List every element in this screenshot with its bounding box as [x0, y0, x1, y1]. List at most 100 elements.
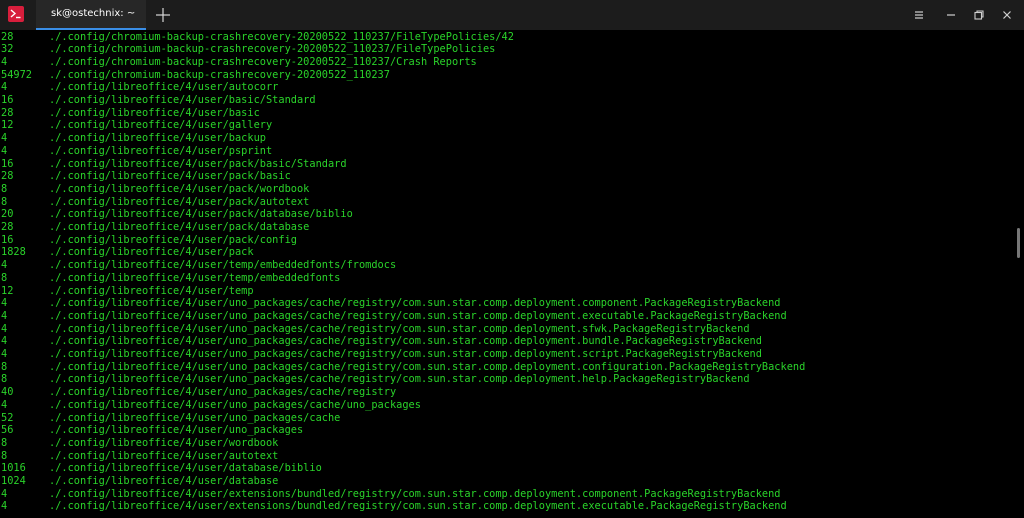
du-size: 1024: [1, 475, 26, 487]
du-path: ./.config/chromium-backup-crashrecovery-…: [49, 43, 496, 56]
du-path: ./.config/libreoffice/4/user/uno_package…: [49, 411, 341, 424]
terminal-line: 4 ./.config/chromium-backup-crashrecovery…: [0, 56, 1010, 69]
du-path: ./.config/libreoffice/4/user/database/bi…: [49, 462, 322, 475]
du-path: ./.config/libreoffice/4/user/pack/autote…: [49, 195, 310, 208]
du-path: ./.config/libreoffice/4/user/basic/Stand…: [49, 94, 316, 106]
du-size: 1828: [1, 246, 26, 259]
du-path: ./.config/libreoffice/4/user/uno_package…: [49, 398, 421, 411]
du-size: 4: [1, 81, 8, 94]
du-size: 4: [1, 297, 8, 310]
du-path: ./.config/libreoffice/4/user/pack/wordbo…: [49, 182, 310, 195]
du-path: ./.config/libreoffice/4/user/pack/basic/…: [49, 157, 347, 170]
terminal-line: 54972 ./.config/chromium-backup-crashreco…: [0, 69, 1010, 82]
title-bar: sk@ostechnix: ~: [0, 0, 1024, 31]
terminal-line: 56 ./.config/libreoffice/4/user/uno_packa…: [0, 424, 1010, 437]
du-path: ./.config/libreoffice/4/user/uno_package…: [49, 297, 781, 310]
terminal-line: 1016 ./.config/libreoffice/4/user/databas…: [0, 462, 1010, 475]
du-path: ./.config/libreoffice/4/user/uno_package…: [49, 322, 750, 335]
du-path: ./.config/libreoffice/4/user/temp/embedd…: [49, 259, 397, 272]
terminal-line: 4 ./.config/libreoffice/4/user/uno_packag…: [0, 348, 1010, 361]
du-size: 8: [1, 373, 8, 386]
du-size: 4: [1, 322, 8, 335]
terminal-line: 8 ./.config/libreoffice/4/user/wordbook: [0, 437, 1010, 450]
du-path: ./.config/libreoffice/4/user/extensions/…: [49, 487, 781, 500]
terminal-line: 4 ./.config/libreoffice/4/user/temp/embed…: [0, 259, 1010, 272]
terminal-scrollbar[interactable]: [1017, 228, 1020, 258]
terminal-line: 20 ./.config/libreoffice/4/user/pack/data…: [0, 208, 1010, 221]
terminal-line: 52 ./.config/libreoffice/4/user/uno_packa…: [0, 412, 1010, 425]
du-size: 56: [1, 424, 14, 437]
terminal-output[interactable]: 28 ./.config/chromium-backup-crashrecover…: [0, 30, 1024, 518]
terminal-line: 8 ./.config/libreoffice/4/user/temp/embed…: [0, 272, 1010, 285]
du-size: 4: [1, 309, 8, 322]
tab-title: sk@ostechnix: ~: [51, 8, 136, 19]
du-path: ./.config/libreoffice/4/user/wordbook: [49, 436, 279, 449]
close-button[interactable]: [1000, 8, 1014, 22]
terminal-line: 4 ./.config/libreoffice/4/user/extensions…: [0, 500, 1010, 513]
du-size: 4: [1, 132, 8, 145]
terminal-line: 4 ./.config/libreoffice/4/user/uno_packag…: [0, 323, 1010, 336]
terminal-line: 4 ./.config/libreoffice/4/user/uno_packag…: [0, 310, 1010, 323]
minimize-icon: [947, 14, 955, 16]
du-path: ./.config/libreoffice/4/user/gallery: [49, 119, 273, 132]
du-size: 8: [1, 449, 8, 462]
du-size: 52: [1, 411, 14, 424]
du-path: ./.config/libreoffice/4/user/temp/embedd…: [49, 271, 341, 284]
close-icon: [1003, 11, 1011, 19]
new-tab-button[interactable]: [152, 5, 174, 25]
hamburger-menu-icon: [915, 11, 923, 19]
terminal-line: 28 ./.config/libreoffice/4/user/basic: [0, 107, 1010, 120]
minimize-button[interactable]: [944, 8, 958, 22]
du-path: ./.config/libreoffice/4/user/uno_package…: [49, 360, 806, 373]
du-path: ./.config/libreoffice/4/user/basic: [49, 106, 260, 119]
du-size: 8: [1, 436, 8, 449]
du-path: ./.config/libreoffice/4/user/uno_package…: [49, 309, 787, 322]
terminal-line: 1024 ./.config/libreoffice/4/user/databas…: [0, 475, 1010, 488]
du-size: 8: [1, 195, 8, 208]
du-size: 4: [1, 487, 8, 500]
terminal-line: 28 ./.config/libreoffice/4/user/pack/data…: [0, 221, 1010, 234]
du-size: 4: [1, 500, 8, 513]
du-size: 4: [1, 335, 8, 348]
menu-button[interactable]: [912, 8, 926, 22]
du-path: ./.config/libreoffice/4/user/extensions/…: [49, 500, 787, 513]
terminal-line: 8 ./.config/libreoffice/4/user/uno_packag…: [0, 361, 1010, 374]
du-path: ./.config/chromium-backup-crashrecovery-…: [49, 55, 477, 68]
terminal-line: 4 ./.config/libreoffice/4/user/extensions…: [0, 488, 1010, 501]
tab-terminal-session[interactable]: sk@ostechnix: ~: [36, 0, 146, 30]
du-path: ./.config/libreoffice/4/user/pack/basic: [49, 170, 291, 183]
du-path: ./.config/libreoffice/4/user/uno_package…: [49, 386, 397, 399]
du-path: ./.config/libreoffice/4/user/uno_package…: [49, 424, 304, 437]
du-size: 40: [1, 386, 14, 399]
du-path: ./.config/libreoffice/4/user/psprint: [49, 144, 273, 157]
du-size: 28: [1, 30, 14, 43]
du-path: ./.config/libreoffice/4/user/pack: [49, 246, 254, 259]
du-path: ./.config/libreoffice/4/user/database: [49, 475, 279, 487]
du-size: 20: [1, 208, 14, 221]
terminal-line: 8 ./.config/libreoffice/4/user/uno_packag…: [0, 373, 1010, 386]
du-path: ./.config/libreoffice/4/user/backup: [49, 132, 266, 145]
du-size: 16: [1, 157, 14, 170]
du-path: ./.config/libreoffice/4/user/pack/databa…: [49, 221, 310, 233]
du-size: 4: [1, 259, 8, 272]
terminal-line: 28 ./.config/chromium-backup-crashrecover…: [0, 31, 1010, 44]
terminal-line: 32 ./.config/chromium-backup-crashrecover…: [0, 43, 1010, 56]
du-size: 28: [1, 221, 14, 233]
du-size: 16: [1, 94, 14, 106]
du-size: 28: [1, 106, 14, 119]
terminal-line: 16 ./.config/libreoffice/4/user/pack/conf…: [0, 234, 1010, 247]
terminal-line: 16 ./.config/libreoffice/4/user/basic/Sta…: [0, 94, 1010, 107]
du-size: 54972: [1, 68, 32, 81]
du-path: ./.config/libreoffice/4/user/uno_package…: [49, 373, 750, 386]
du-size: 1016: [1, 462, 26, 475]
du-path: ./.config/libreoffice/4/user/pack/databa…: [49, 208, 353, 221]
maximize-button[interactable]: [972, 8, 986, 22]
du-path: ./.config/libreoffice/4/user/uno_package…: [49, 335, 762, 348]
terminal-line: 8 ./.config/libreoffice/4/user/pack/wordb…: [0, 183, 1010, 196]
du-size: 12: [1, 284, 14, 297]
du-path: ./.config/libreoffice/4/user/pack/config: [49, 233, 297, 246]
terminal-line: 4 ./.config/libreoffice/4/user/uno_packag…: [0, 335, 1010, 348]
terminal-line: 40 ./.config/libreoffice/4/user/uno_packa…: [0, 386, 1010, 399]
terminal-line: 16 ./.config/libreoffice/4/user/pack/basi…: [0, 158, 1010, 171]
du-path: ./.config/chromium-backup-crashrecovery-…: [49, 68, 390, 81]
